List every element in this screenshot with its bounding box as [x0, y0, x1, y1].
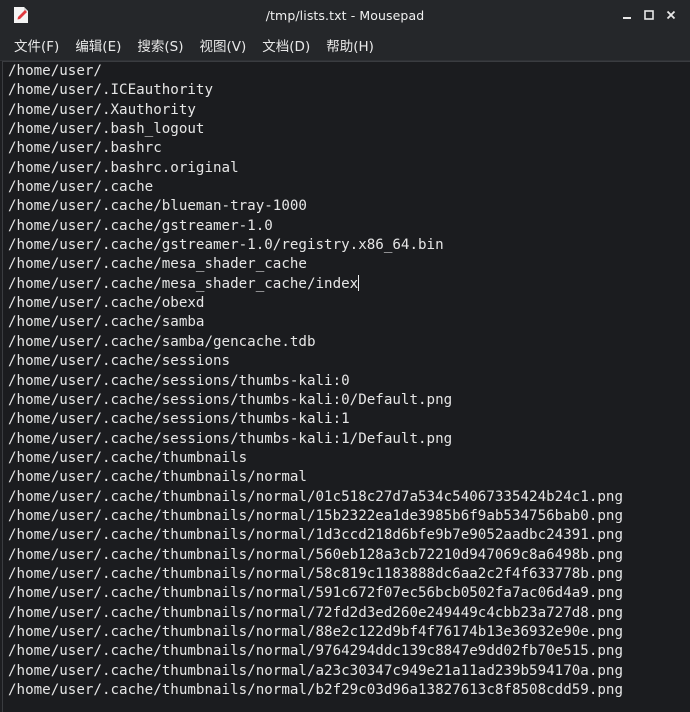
- text-caret: [358, 274, 360, 291]
- menu-search[interactable]: 搜索(S): [129, 31, 191, 59]
- line-text: /home/user/.cache/samba: [8, 314, 205, 331]
- line-text: /home/user/.cache/thumbnails/normal/1d3c…: [8, 527, 623, 544]
- text-line[interactable]: /home/user/.cache/thumbnails/normal/a23c…: [8, 662, 690, 681]
- line-text: /home/user/.cache: [8, 179, 154, 196]
- text-line[interactable]: /home/user/.cache/thumbnails/normal/58c8…: [8, 565, 690, 584]
- text-line[interactable]: /home/user/.cache/thumbnails/normal: [8, 468, 690, 487]
- line-text: /home/user/.cache/sessions: [8, 353, 231, 370]
- text-line[interactable]: /home/user/.cache/thumbnails/normal/88e2…: [8, 623, 690, 642]
- text-line[interactable]: /home/user/.cache/thumbnails/normal/01c5…: [8, 488, 690, 507]
- line-text: /home/user/.cache/thumbnails/normal/591c…: [8, 585, 623, 602]
- text-line[interactable]: /home/user/.cache/thumbnails/normal/560e…: [8, 546, 690, 565]
- text-line[interactable]: /home/user/.cache: [8, 178, 690, 197]
- maximize-icon[interactable]: [638, 5, 660, 25]
- line-text: /home/user/.cache/obexd: [8, 295, 205, 312]
- line-text: /home/user/.cache/thumbnails/normal/72fd…: [8, 604, 623, 621]
- close-icon[interactable]: [660, 5, 682, 25]
- line-text: /home/user/.cache/thumbnails/normal/01c5…: [8, 488, 623, 505]
- text-line[interactable]: /home/user/.cache/thumbnails/normal/b2f2…: [8, 681, 690, 700]
- text-line[interactable]: /home/user/.cache/sessions/thumbs-kali:1: [8, 410, 690, 429]
- text-line[interactable]: /home/user/.cache/mesa_shader_cache: [8, 255, 690, 274]
- line-text: /home/user/.bashrc.original: [8, 159, 239, 176]
- text-line[interactable]: /home/user/.cache/sessions/thumbs-kali:0…: [8, 391, 690, 410]
- line-text: /home/user/: [8, 63, 102, 79]
- menu-edit[interactable]: 编辑(E): [67, 31, 129, 59]
- text-line[interactable]: /home/user/.cache/sessions/thumbs-kali:0: [8, 372, 690, 391]
- line-text: /home/user/.cache/samba/gencache.tdb: [8, 333, 316, 350]
- line-text: /home/user/.bashrc: [8, 140, 162, 157]
- text-line[interactable]: /home/user/.bashrc: [8, 139, 690, 158]
- line-text: /home/user/.cache/mesa_shader_cache/inde…: [8, 275, 359, 292]
- mousepad-document-icon: [13, 6, 30, 24]
- menu-help[interactable]: 帮助(H): [318, 31, 382, 59]
- text-line[interactable]: /home/user/.cache/thumbnails: [8, 449, 690, 468]
- text-line[interactable]: /home/user/.cache/obexd: [8, 294, 690, 313]
- line-text: /home/user/.cache/thumbnails/normal/9764…: [8, 643, 623, 660]
- line-text: /home/user/.cache/thumbnails: [8, 449, 248, 466]
- line-text: /home/user/.cache/thumbnails/normal/a23c…: [8, 662, 623, 679]
- text-line[interactable]: /home/user/.cache/sessions: [8, 352, 690, 371]
- text-line[interactable]: /home/user/.cache/thumbnails/normal/9764…: [8, 642, 690, 661]
- line-text: /home/user/.cache/sessions/thumbs-kali:0…: [8, 391, 453, 408]
- line-text: /home/user/.cache/thumbnails/normal/15b2…: [8, 507, 623, 524]
- text-line[interactable]: /home/user/.cache/gstreamer-1.0/registry…: [8, 236, 690, 255]
- line-text: /home/user/.Xauthority: [8, 101, 196, 118]
- text-line[interactable]: /home/user/.bashrc.original: [8, 159, 690, 178]
- line-text: /home/user/.bash_logout: [8, 121, 205, 138]
- text-line[interactable]: /home/user/.cache/mesa_shader_cache/inde…: [8, 274, 690, 294]
- line-text: /home/user/.cache/thumbnails/normal/88e2…: [8, 623, 623, 640]
- text-line[interactable]: /home/user/.cache/thumbnails/normal/15b2…: [8, 507, 690, 526]
- text-line[interactable]: /home/user/.cache/thumbnails/normal/591c…: [8, 584, 690, 603]
- text-line[interactable]: /home/user/.cache/thumbnails/normal/1d3c…: [8, 526, 690, 545]
- text-line[interactable]: /home/user/.cache/sessions/thumbs-kali:1…: [8, 430, 690, 449]
- line-text: /home/user/.cache/mesa_shader_cache: [8, 256, 307, 273]
- line-text: /home/user/.ICEauthority: [8, 82, 213, 99]
- line-text: /home/user/.cache/sessions/thumbs-kali:1: [8, 411, 350, 428]
- text-line[interactable]: /home/user/.bash_logout: [8, 120, 690, 139]
- window-title: /tmp/lists.txt - Mousepad: [265, 7, 425, 23]
- text-line[interactable]: /home/user/.cache/samba/gencache.tdb: [8, 333, 690, 352]
- minimize-icon[interactable]: [616, 5, 638, 25]
- menu-document[interactable]: 文档(D): [254, 31, 318, 59]
- line-text: /home/user/.cache/sessions/thumbs-kali:1…: [8, 430, 453, 447]
- title-bar[interactable]: /tmp/lists.txt - Mousepad: [0, 0, 690, 30]
- line-text: /home/user/.cache/thumbnails/normal/58c8…: [8, 565, 623, 582]
- line-text: /home/user/.cache/thumbnails/normal: [8, 469, 307, 486]
- line-text: /home/user/.cache/sessions/thumbs-kali:0: [8, 372, 350, 389]
- text-line[interactable]: /home/user/: [8, 62, 690, 81]
- line-text: /home/user/.cache/thumbnails/normal/560e…: [8, 546, 623, 563]
- line-text: /home/user/.cache/gstreamer-1.0/registry…: [8, 237, 444, 254]
- text-line[interactable]: /home/user/.ICEauthority: [8, 81, 690, 100]
- menu-file[interactable]: 文件(F): [6, 31, 67, 59]
- line-text: /home/user/.cache/blueman-tray-1000: [8, 198, 307, 215]
- mousepad-window: /tmp/lists.txt - Mousepad 文件(F) 编辑(E) 搜索…: [0, 0, 690, 712]
- text-line[interactable]: /home/user/.cache/gstreamer-1.0: [8, 217, 690, 236]
- text-line[interactable]: /home/user/.cache/thumbnails/normal/72fd…: [8, 604, 690, 623]
- line-text: /home/user/.cache/gstreamer-1.0: [8, 217, 273, 234]
- text-line[interactable]: /home/user/.cache/blueman-tray-1000: [8, 197, 690, 216]
- text-editor-area[interactable]: /home/user/ /home/user/.ICEauthority/home…: [2, 61, 690, 712]
- text-line[interactable]: /home/user/.Xauthority: [8, 101, 690, 120]
- line-text: /home/user/.cache/thumbnails/normal/b2f2…: [8, 682, 623, 698]
- window-controls: [616, 5, 682, 25]
- text-line[interactable]: /home/user/.cache/samba: [8, 313, 690, 332]
- text-lines: /home/user/ /home/user/.ICEauthority/home…: [3, 62, 690, 700]
- menu-view[interactable]: 视图(V): [192, 31, 255, 59]
- menu-bar: 文件(F) 编辑(E) 搜索(S) 视图(V) 文档(D) 帮助(H): [0, 30, 690, 61]
